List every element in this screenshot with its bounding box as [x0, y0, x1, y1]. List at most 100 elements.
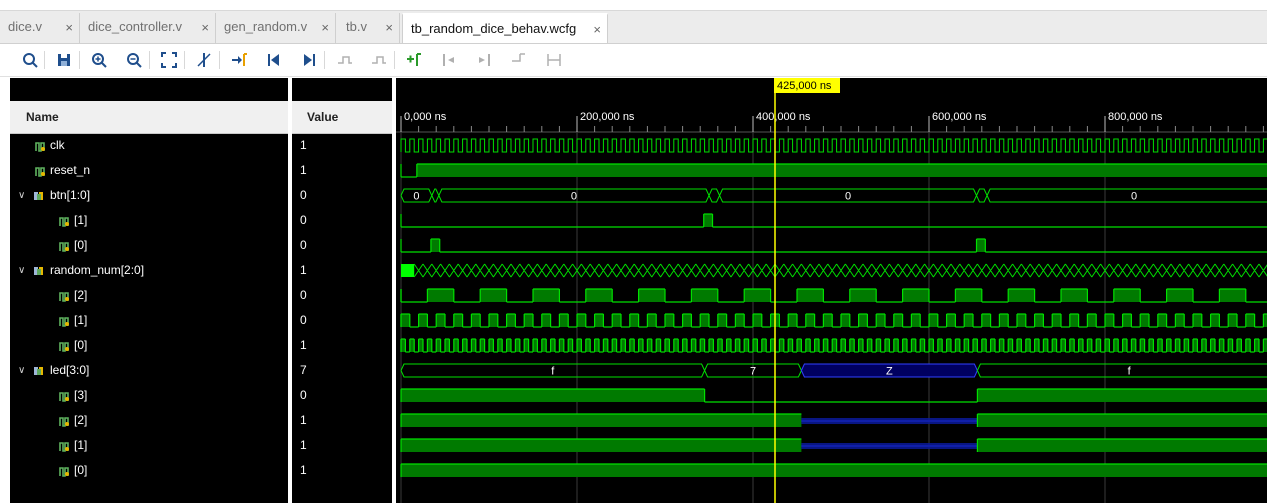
high-fill [717, 314, 727, 327]
zoom-in-icon[interactable] [89, 50, 109, 70]
tab-dice-controller-v[interactable]: dice_controller.v × [80, 13, 216, 43]
high-fill [735, 314, 745, 327]
high-fill [480, 289, 507, 302]
high-fill [621, 339, 626, 352]
value-column-header[interactable]: Value [292, 101, 392, 134]
signal-value: 1 [300, 138, 307, 152]
high-fill [577, 339, 582, 352]
signal-row-reset-n[interactable]: reset_n [10, 158, 288, 183]
signal-row-0[interactable]: [0] [10, 458, 288, 483]
high-fill [1087, 314, 1097, 327]
high-fill [401, 339, 406, 352]
high-fill [805, 339, 811, 352]
high-fill [964, 339, 969, 352]
value-column-label: Value [307, 110, 339, 124]
high-fill [541, 314, 551, 327]
signal-row-3[interactable]: [3] [10, 383, 288, 408]
go-to-cursor-icon[interactable] [229, 50, 249, 70]
signal-name: [0] [74, 238, 88, 252]
go-to-end-icon[interactable] [299, 50, 319, 70]
high-fill [797, 289, 824, 302]
signal-row-clk[interactable]: clk [10, 133, 288, 158]
signal-row-1[interactable]: [1] [10, 208, 288, 233]
high-fill [1219, 339, 1224, 352]
zoom-out-icon[interactable] [124, 50, 144, 70]
signal-value: 0 [300, 288, 307, 302]
close-icon[interactable]: × [385, 14, 393, 42]
prev-transition-icon[interactable] [335, 50, 355, 70]
signal-value: 0 [300, 313, 307, 327]
high-fill [1184, 339, 1189, 352]
high-fill [559, 339, 564, 352]
add-marker-icon[interactable] [404, 50, 424, 70]
chevron-down-icon[interactable]: ∨ [18, 258, 25, 283]
signal-value: 0 [300, 213, 307, 227]
high-fill [453, 339, 459, 352]
signal-row-btn-1-0[interactable]: ∨ btn[1:0] [10, 183, 288, 208]
signal-row-0[interactable]: [0] [10, 333, 288, 358]
high-fill [673, 339, 679, 352]
close-icon[interactable]: × [201, 14, 209, 42]
high-fill [418, 339, 423, 352]
search-icon[interactable] [20, 50, 40, 70]
chevron-down-icon[interactable]: ∨ [18, 358, 25, 383]
signal-name: [3] [74, 388, 88, 402]
signal-row-0[interactable]: [0] [10, 233, 288, 258]
signal-row-2[interactable]: [2] [10, 408, 288, 433]
high-fill [805, 314, 815, 327]
high-fill [462, 339, 467, 352]
signal-row-led-3-0[interactable]: ∨ led[3:0] [10, 358, 288, 383]
cursor-off-icon[interactable] [194, 50, 214, 70]
tab-tb-v[interactable]: tb.v × [338, 13, 400, 43]
high-fill [753, 314, 762, 327]
btn-bus-segment [975, 188, 988, 203]
chevron-down-icon[interactable]: ∨ [18, 183, 25, 208]
high-fill [876, 339, 881, 352]
signal-name: reset_n [50, 163, 91, 177]
snap-icon[interactable] [544, 50, 564, 70]
high-fill [726, 339, 731, 352]
next-transition-icon[interactable] [369, 50, 389, 70]
signal-row-1[interactable]: [1] [10, 308, 288, 333]
high-fill [1122, 314, 1132, 327]
signal-row-1[interactable]: [1] [10, 433, 288, 458]
swap-cursors-icon[interactable] [509, 50, 529, 70]
high-fill [1096, 339, 1101, 352]
tab-label: dice.v [8, 19, 42, 34]
signal-row-2[interactable]: [2] [10, 283, 288, 308]
name-column-header[interactable]: Name [10, 101, 288, 134]
tab-dice-v[interactable]: dice.v × [0, 13, 80, 43]
close-icon[interactable]: × [65, 14, 73, 42]
high-fill [1210, 314, 1220, 327]
high-fill [814, 339, 819, 352]
high-fill [1113, 289, 1141, 302]
high-fill [937, 339, 943, 352]
waveform-canvas[interactable]: 0,000 ns 200,000 ns 400,000 ns 600,000 ns 80… [396, 78, 1267, 503]
waveform-panel[interactable]: 0,000 ns 200,000 ns 400,000 ns 600,000 ns 80… [396, 78, 1267, 503]
high-fill [999, 314, 1009, 327]
zoom-fit-icon[interactable] [159, 50, 179, 70]
next-marker-icon[interactable] [474, 50, 494, 70]
high-fill [761, 339, 767, 352]
high-fill [1228, 339, 1233, 352]
high-fill [445, 339, 450, 352]
high-fill [849, 339, 855, 352]
high-fill [929, 314, 938, 327]
btn-bus-value-label: 0 [1131, 191, 1137, 203]
btn-bus-value-label: 0 [413, 191, 419, 203]
high-fill [885, 339, 890, 352]
high-fill [1105, 314, 1114, 327]
close-icon[interactable]: × [321, 14, 329, 42]
go-to-start-icon[interactable] [264, 50, 284, 70]
high-fill [1008, 339, 1013, 352]
signal-value: 1 [300, 438, 307, 452]
high-fill [1175, 314, 1185, 327]
z-state-band [801, 418, 978, 424]
close-icon[interactable]: × [593, 16, 601, 44]
prev-marker-icon[interactable] [439, 50, 459, 70]
tab-tb-random-dice-behav-wcfg[interactable]: tb_random_dice_behav.wcfg × [402, 13, 608, 43]
btn-bus-segment [431, 188, 440, 203]
signal-row-random-num-2-0[interactable]: ∨ random_num[2:0] [10, 258, 288, 283]
save-icon[interactable] [54, 50, 74, 70]
tab-gen-random-v[interactable]: gen_random.v × [216, 13, 336, 43]
